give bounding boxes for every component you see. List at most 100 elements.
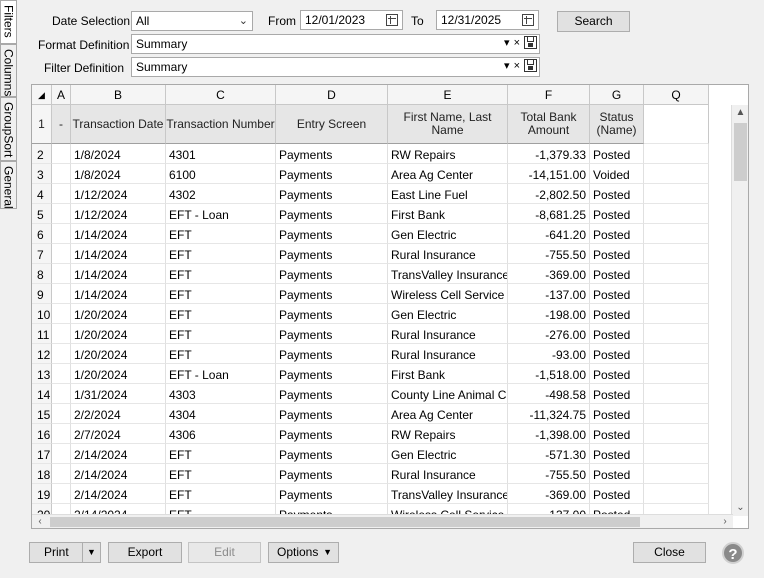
cell-name[interactable]: Rural Insurance [388, 464, 508, 484]
cell-q[interactable] [644, 224, 709, 244]
export-button[interactable]: Export [108, 542, 182, 563]
vertical-scroll-thumb[interactable] [734, 123, 747, 181]
cell-total-bank-amount[interactable]: -571.30 [508, 444, 590, 464]
cell-transaction-number[interactable]: 4302 [166, 184, 276, 204]
cell-q[interactable] [644, 484, 709, 504]
format-definition-select[interactable]: Summary ▾ × [131, 34, 540, 54]
header-status[interactable]: Status (Name) [590, 105, 644, 144]
column-letter-b[interactable]: B [71, 85, 166, 105]
cell-total-bank-amount[interactable]: -14,151.00 [508, 164, 590, 184]
row-number[interactable]: 2 [32, 144, 52, 164]
cell-q[interactable] [644, 444, 709, 464]
cell-status[interactable]: Posted [590, 304, 644, 324]
table-row[interactable]: 8 1/14/2024 EFT Payments TransValley Insuran… [32, 264, 709, 284]
cell-transaction-number[interactable]: EFT [166, 284, 276, 304]
column-letter-d[interactable]: D [276, 85, 388, 105]
cell-a[interactable] [52, 324, 71, 344]
dropdown-arrow-icon[interactable]: ▾ [504, 59, 510, 72]
column-letter-q[interactable]: Q [644, 85, 709, 105]
help-icon[interactable]: ? [722, 542, 744, 564]
edit-button[interactable]: Edit [188, 542, 261, 563]
cell-status[interactable]: Posted [590, 324, 644, 344]
cell-transaction-date[interactable]: 1/20/2024 [71, 324, 166, 344]
row-number[interactable]: 18 [32, 464, 52, 484]
tab-general[interactable]: General [0, 161, 17, 209]
cell-transaction-date[interactable]: 1/14/2024 [71, 224, 166, 244]
cell-transaction-number[interactable]: EFT [166, 244, 276, 264]
cell-status[interactable]: Posted [590, 244, 644, 264]
header-entry-screen[interactable]: Entry Screen [276, 105, 388, 144]
table-row[interactable]: 11 1/20/2024 EFT Payments Rural Insurance -27… [32, 324, 709, 344]
cell-q[interactable] [644, 324, 709, 344]
cell-name[interactable]: RW Repairs [388, 424, 508, 444]
horizontal-scroll-thumb[interactable] [50, 517, 640, 527]
cell-total-bank-amount[interactable]: -1,398.00 [508, 424, 590, 444]
cell-transaction-number[interactable]: EFT [166, 484, 276, 504]
cell-total-bank-amount[interactable]: -93.00 [508, 344, 590, 364]
cell-name[interactable]: East Line Fuel [388, 184, 508, 204]
cell-transaction-number[interactable]: EFT [166, 304, 276, 324]
cell-entry-screen[interactable]: Payments [276, 464, 388, 484]
cell-q[interactable] [644, 164, 709, 184]
close-button[interactable]: Close [633, 542, 706, 563]
cell-name[interactable]: Gen Electric [388, 304, 508, 324]
column-letter-c[interactable]: C [166, 85, 276, 105]
row-number[interactable]: 19 [32, 484, 52, 504]
cell-status[interactable]: Voided [590, 164, 644, 184]
cell-transaction-number[interactable]: EFT [166, 344, 276, 364]
cell-entry-screen[interactable]: Payments [276, 284, 388, 304]
header-name[interactable]: First Name, Last Name [388, 105, 508, 144]
cell-name[interactable]: TransValley Insurance [388, 264, 508, 284]
row-number[interactable]: 12 [32, 344, 52, 364]
cell-a[interactable] [52, 444, 71, 464]
table-row[interactable]: 18 2/14/2024 EFT Payments Rural Insurance -75… [32, 464, 709, 484]
table-row[interactable]: 10 1/20/2024 EFT Payments Gen Electric -198.0… [32, 304, 709, 324]
cell-total-bank-amount[interactable]: -137.00 [508, 284, 590, 304]
cell-total-bank-amount[interactable]: -1,379.33 [508, 144, 590, 164]
table-row[interactable]: 7 1/14/2024 EFT Payments Rural Insurance -755… [32, 244, 709, 264]
cell-a[interactable] [52, 364, 71, 384]
cell-total-bank-amount[interactable]: -8,681.25 [508, 204, 590, 224]
cell-status[interactable]: Posted [590, 384, 644, 404]
clear-icon[interactable]: × [514, 60, 520, 72]
cell-name[interactable]: Area Ag Center [388, 404, 508, 424]
cell-transaction-date[interactable]: 2/7/2024 [71, 424, 166, 444]
vertical-scrollbar[interactable]: ▲ ⌄ [731, 105, 748, 516]
row-number[interactable]: 3 [32, 164, 52, 184]
cell-q[interactable] [644, 404, 709, 424]
cell-transaction-date[interactable]: 1/20/2024 [71, 364, 166, 384]
cell-status[interactable]: Posted [590, 224, 644, 244]
scroll-down-icon[interactable]: ⌄ [732, 500, 748, 516]
scroll-left-icon[interactable]: ‹ [32, 515, 48, 528]
cell-a[interactable] [52, 144, 71, 164]
cell-name[interactable]: Rural Insurance [388, 344, 508, 364]
clear-icon[interactable]: × [514, 37, 520, 49]
table-row[interactable]: 15 2/2/2024 4304 Payments Area Ag Center -11,… [32, 404, 709, 424]
search-button[interactable]: Search [557, 11, 630, 32]
cell-entry-screen[interactable]: Payments [276, 404, 388, 424]
cell-q[interactable] [644, 144, 709, 164]
cell-name[interactable]: County Line Animal Clinic [388, 384, 508, 404]
cell-q[interactable] [644, 284, 709, 304]
cell-status[interactable]: Posted [590, 144, 644, 164]
cell-transaction-date[interactable]: 1/20/2024 [71, 304, 166, 324]
cell-transaction-number[interactable]: EFT [166, 444, 276, 464]
cell-a[interactable] [52, 244, 71, 264]
tab-filters[interactable]: Filters [0, 0, 17, 44]
cell-a[interactable] [52, 224, 71, 244]
from-date-field[interactable]: 12/01/2023 [300, 10, 403, 30]
cell-entry-screen[interactable]: Payments [276, 444, 388, 464]
cell-a[interactable] [52, 464, 71, 484]
cell-entry-screen[interactable]: Payments [276, 384, 388, 404]
column-letter-e[interactable]: E [388, 85, 508, 105]
cell-status[interactable]: Posted [590, 264, 644, 284]
cell-q[interactable] [644, 384, 709, 404]
cell-transaction-date[interactable]: 1/14/2024 [71, 264, 166, 284]
cell-q[interactable] [644, 344, 709, 364]
table-row[interactable]: 12 1/20/2024 EFT Payments Rural Insurance -93… [32, 344, 709, 364]
cell-name[interactable]: Area Ag Center [388, 164, 508, 184]
cell-transaction-date[interactable]: 1/20/2024 [71, 344, 166, 364]
cell-entry-screen[interactable]: Payments [276, 484, 388, 504]
row-number[interactable]: 5 [32, 204, 52, 224]
cell-transaction-date[interactable]: 1/14/2024 [71, 284, 166, 304]
